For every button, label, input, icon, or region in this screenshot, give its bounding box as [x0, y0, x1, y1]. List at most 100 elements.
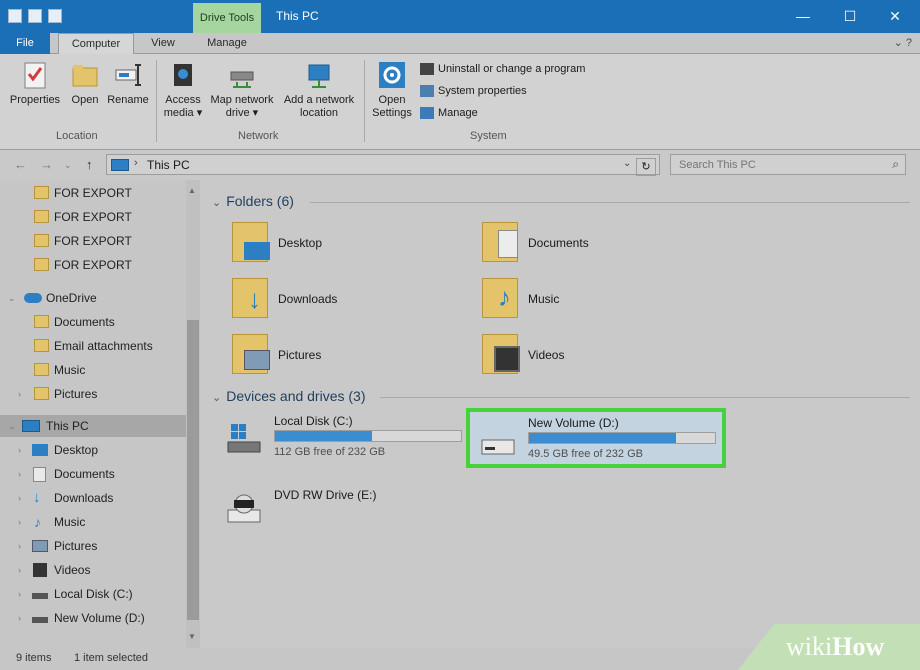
address-field[interactable]: › This PC ⌄ [106, 154, 660, 175]
folder-icon[interactable] [48, 9, 62, 23]
nav-item-folder[interactable]: Music [0, 359, 186, 381]
chevron-right-icon[interactable]: › [18, 511, 21, 533]
minimize-button[interactable]: — [788, 5, 818, 27]
windows-drive-icon [227, 424, 261, 453]
drive-usage-fill [275, 431, 372, 441]
rename-button[interactable]: Rename [106, 60, 150, 107]
refresh-icon[interactable]: ↻ [636, 158, 656, 176]
nav-item-music[interactable]: › ♪ Music [0, 511, 186, 533]
search-box[interactable]: ⌕ [670, 154, 906, 175]
nav-item-videos[interactable]: › Videos [0, 559, 186, 581]
back-arrow-icon[interactable]: ← [14, 157, 27, 172]
chevron-down-icon[interactable]: ⌄ [212, 392, 221, 404]
folder-icon [34, 387, 49, 400]
nav-scrollbar[interactable]: ▲ ▼ [186, 180, 200, 648]
manage-button[interactable]: Manage [420, 107, 478, 119]
up-arrow-icon[interactable]: ↑ [86, 157, 93, 172]
search-icon: ⌕ [892, 157, 899, 171]
navigation-pane: FOR EXPORT FOR EXPORT FOR EXPORT FOR EXP… [0, 180, 200, 648]
drive-item-new-volume-d[interactable]: New Volume (D:) 49.5 GB free of 232 GB [466, 408, 726, 468]
help-icon[interactable]: ⌄ ? [894, 36, 912, 49]
chevron-right-icon[interactable]: › [18, 439, 21, 461]
nav-item-pictures[interactable]: › Pictures [0, 535, 186, 557]
chevron-down-icon[interactable]: ⌄ [8, 415, 16, 437]
scroll-up-icon[interactable]: ▲ [188, 186, 196, 195]
chevron-down-icon[interactable]: ⌄ [8, 287, 16, 309]
system-properties-button[interactable]: System properties [420, 85, 527, 97]
forward-arrow-icon[interactable]: → [40, 157, 53, 172]
tab-file[interactable]: File [0, 33, 50, 54]
nav-item-folder[interactable]: Documents [0, 311, 186, 333]
nav-item-documents[interactable]: › Documents [0, 463, 186, 485]
pc-icon [111, 159, 129, 171]
ribbon: Properties Open Rename Location Access m… [0, 54, 920, 150]
folder-icon [34, 363, 49, 376]
uninstall-icon [420, 63, 434, 75]
chevron-right-icon[interactable]: › [18, 487, 21, 509]
nav-item-new-volume[interactable]: › New Volume (D:) [0, 607, 186, 629]
folder-item-music[interactable]: ♪ Music [482, 278, 682, 322]
close-button[interactable]: ✕ [880, 5, 910, 27]
nav-item-folder[interactable]: FOR EXPORT [0, 182, 186, 204]
uninstall-program-button[interactable]: Uninstall or change a program [420, 63, 585, 75]
access-media-button[interactable]: Access media ▾ [160, 60, 206, 120]
media-icon [174, 64, 192, 86]
ribbon-tabs: File Computer View Manage ⌄ ? [0, 33, 920, 54]
group-label-location: Location [56, 130, 98, 142]
recent-locations-chevron-icon[interactable]: ⌄ [64, 160, 72, 171]
tab-computer[interactable]: Computer [58, 33, 134, 54]
nav-item-folder[interactable]: FOR EXPORT [0, 254, 186, 276]
open-button[interactable]: Open [66, 60, 104, 107]
chevron-right-icon[interactable]: › [18, 463, 21, 485]
nav-item-folder[interactable]: FOR EXPORT [0, 206, 186, 228]
nav-item-folder[interactable]: FOR EXPORT [0, 230, 186, 252]
folder-item-downloads[interactable]: ↓ Downloads [232, 278, 432, 322]
chevron-right-icon[interactable]: › [18, 559, 21, 581]
nav-item-local-disk[interactable]: › Local Disk (C:) [0, 583, 186, 605]
nav-item-folder[interactable]: › Pictures [0, 383, 186, 405]
quick-access-toolbar [8, 9, 62, 23]
documents-icon [498, 230, 518, 258]
scroll-down-icon[interactable]: ▼ [188, 632, 196, 641]
drive-icon [32, 593, 48, 599]
chevron-right-icon[interactable]: › [18, 383, 21, 405]
tab-manage[interactable]: Manage [193, 33, 261, 54]
open-settings-button[interactable]: Open Settings [368, 60, 416, 120]
scroll-thumb[interactable] [187, 320, 199, 620]
drive-usage-bar [274, 430, 462, 442]
nav-item-downloads[interactable]: › ↓ Downloads [0, 487, 186, 509]
properties-button[interactable]: Properties [6, 60, 64, 107]
drive-item-dvd-rw-e[interactable]: DVD RW Drive (E:) [226, 484, 470, 536]
nav-item-this-pc[interactable]: ⌄ This PC [0, 415, 186, 437]
chevron-right-icon[interactable]: › [18, 583, 21, 605]
search-input[interactable] [671, 155, 881, 174]
devices-section-header[interactable]: ⌄ Devices and drives (3) [212, 388, 366, 404]
folders-section-header[interactable]: ⌄ Folders (6) [212, 193, 294, 209]
videos-icon [33, 563, 47, 577]
downloads-icon: ↓ [33, 489, 41, 506]
folder-item-pictures[interactable]: Pictures [232, 334, 432, 378]
folder-item-documents[interactable]: Documents [482, 222, 682, 266]
chevron-down-icon[interactable]: ⌄ [212, 197, 221, 209]
nav-item-desktop[interactable]: › Desktop [0, 439, 186, 461]
chevron-right-icon[interactable]: › [18, 607, 21, 629]
add-network-location-button[interactable]: Add a network location [280, 60, 358, 120]
chevron-right-icon[interactable]: › [18, 535, 21, 557]
nav-item-folder[interactable]: Email attachments [0, 335, 186, 357]
folder-item-desktop[interactable]: Desktop [232, 222, 432, 266]
chevron-down-icon[interactable]: ⌄ [623, 158, 631, 169]
checkmark-icon[interactable] [28, 9, 42, 23]
drive-tools-context-tab[interactable]: Drive Tools [193, 3, 261, 33]
pc-icon[interactable] [8, 9, 22, 23]
maximize-button[interactable]: ☐ [835, 5, 865, 27]
map-network-drive-button[interactable]: Map network drive ▾ [206, 60, 278, 120]
file-explorer-window: Drive Tools This PC — ☐ ✕ File Computer … [0, 0, 920, 670]
folder-item-videos[interactable]: Videos [482, 334, 682, 378]
tab-view[interactable]: View [140, 33, 186, 54]
drive-item-local-disk-c[interactable]: Local Disk (C:) 112 GB free of 232 GB [226, 414, 470, 466]
pictures-icon [244, 350, 270, 370]
pictures-icon [32, 540, 48, 552]
documents-icon [33, 467, 46, 482]
section-divider [310, 202, 910, 203]
nav-item-onedrive[interactable]: ⌄ OneDrive [0, 287, 186, 309]
